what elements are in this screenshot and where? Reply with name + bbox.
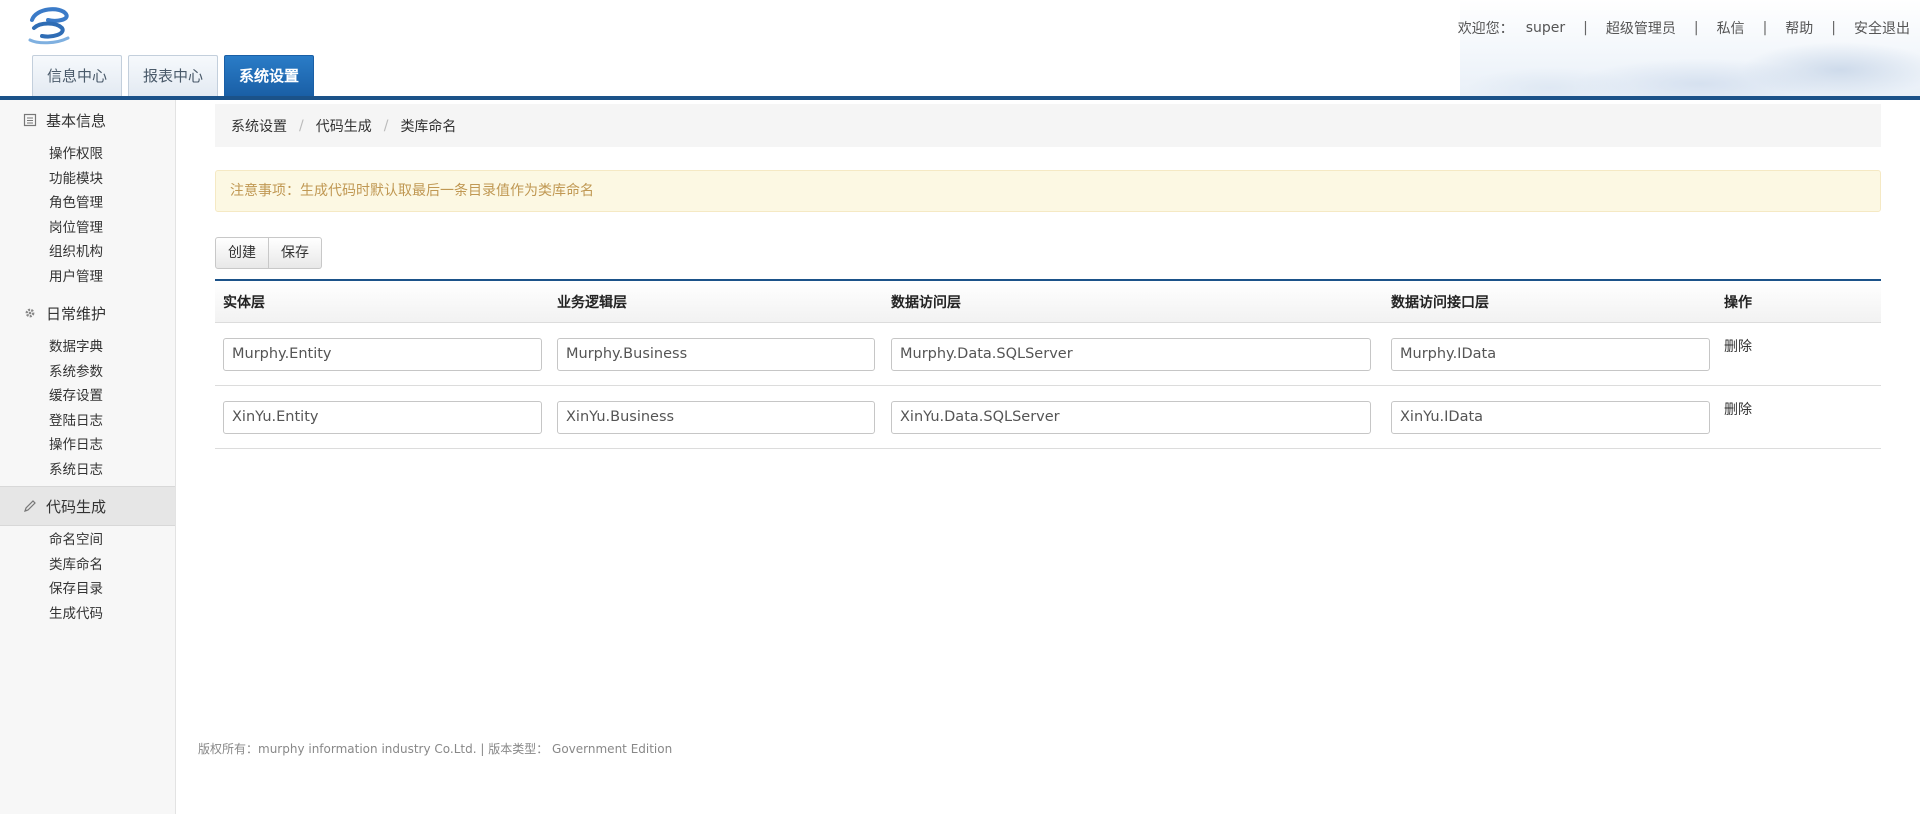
footer-copyright: 版权所有：murphy information industry Co.Ltd.… (198, 742, 673, 756)
sidebar-group-label: 代码生成 (46, 497, 107, 516)
sidebar: 基本信息 操作权限 功能模块 角色管理 岗位管理 组织机构 用户管理 日常维护 … (0, 100, 176, 814)
table-cell: Murphy.IData (1391, 323, 1724, 385)
sidebar-item-parameters[interactable]: 系统参数 (0, 360, 175, 385)
role-link[interactable]: 超级管理员 (1606, 18, 1676, 38)
welcome-label: 欢迎您： (1457, 21, 1514, 37)
logo (26, 6, 72, 46)
sidebar-group-label: 基本信息 (46, 111, 107, 130)
create-button[interactable]: 创建 (215, 237, 269, 269)
main-content: 系统设置 / 代码生成 / 类库命名 注意事项：生成代码时默认取最后一条目录值作… (215, 100, 1881, 814)
save-button[interactable]: 保存 (269, 237, 322, 269)
tab-report-center[interactable]: 报表中心 (128, 55, 219, 96)
toolbar: 创建 保存 (215, 237, 322, 269)
messages-link[interactable]: 私信 (1717, 18, 1745, 38)
sidebar-item-permissions[interactable]: 操作权限 (0, 142, 175, 167)
sidebar-item-positions[interactable]: 岗位管理 (0, 216, 175, 241)
data-access-layer-input[interactable]: Murphy.Data.SQLServer (891, 337, 1371, 371)
entity-layer-input[interactable]: XinYu.Entity (223, 400, 542, 434)
notice-alert: 注意事项：生成代码时默认取最后一条目录值作为类库命名 (215, 170, 1881, 212)
data-interface-layer-input[interactable]: XinYu.IData (1391, 400, 1710, 434)
sidebar-group-items: 数据字典 系统参数 缓存设置 登陆日志 操作日志 系统日志 (0, 333, 175, 486)
table-cell: XinYu.IData (1391, 386, 1724, 448)
table-cell: 删除 (1724, 386, 1881, 448)
data-interface-layer-input[interactable]: Murphy.IData (1391, 337, 1710, 371)
sidebar-group-daily-maintenance[interactable]: 日常维护 (0, 293, 175, 333)
sidebar-item-modules[interactable]: 功能模块 (0, 167, 175, 192)
sidebar-item-generate-code[interactable]: 生成代码 (0, 602, 175, 627)
separator: | (1762, 20, 1768, 36)
sidebar-item-organization[interactable]: 组织机构 (0, 240, 175, 265)
username: super (1525, 20, 1566, 36)
column-header-action: 操作 (1724, 294, 1752, 311)
sidebar-item-system-log[interactable]: 系统日志 (0, 458, 175, 483)
business-layer-input[interactable]: Murphy.Business (557, 337, 875, 371)
sidebar-group-items: 命名空间 类库命名 保存目录 生成代码 (0, 526, 175, 630)
breadcrumb: 系统设置 / 代码生成 / 类库命名 (215, 104, 1881, 147)
sidebar-item-login-log[interactable]: 登陆日志 (0, 409, 175, 434)
table-cell: XinYu.Data.SQLServer (891, 386, 1391, 448)
sidebar-item-dictionary[interactable]: 数据字典 (0, 335, 175, 360)
table-header: 实体层 业务逻辑层 数据访问层 数据访问接口层 操作 (215, 281, 1881, 323)
main-nav-tabs: 信息中心 报表中心 系统设置 (32, 55, 320, 96)
breadcrumb-separator: / (299, 117, 304, 134)
sidebar-item-operation-log[interactable]: 操作日志 (0, 433, 175, 458)
sidebar-group-items: 操作权限 功能模块 角色管理 岗位管理 组织机构 用户管理 (0, 140, 175, 293)
sidebar-item-save-directory[interactable]: 保存目录 (0, 577, 175, 602)
data-access-layer-input[interactable]: XinYu.Data.SQLServer (891, 400, 1371, 434)
help-link[interactable]: 帮助 (1785, 18, 1813, 38)
breadcrumb-separator: / (383, 117, 389, 134)
header: 欢迎您： super | 超级管理员 | 私信 | 帮助 | 安全退出 信息中心… (0, 0, 1920, 96)
header-background (1460, 0, 1920, 96)
gear-icon (22, 305, 38, 321)
table-row: XinYu.Entity XinYu.Business XinYu.Data.S… (215, 386, 1881, 449)
column-header-data-interface: 数据访问接口层 (1391, 294, 1489, 311)
table-cell: Murphy.Business (557, 323, 891, 385)
table-cell: 删除 (1724, 323, 1881, 385)
pencil-icon (22, 498, 38, 514)
top-links: 欢迎您： super | 超级管理员 | 私信 | 帮助 | 安全退出 (1458, 18, 1910, 38)
separator: | (1693, 20, 1699, 36)
sidebar-group-basic-info[interactable]: 基本信息 (0, 100, 175, 140)
tab-info-center[interactable]: 信息中心 (32, 55, 123, 96)
separator: | (1831, 20, 1836, 36)
column-header-business: 业务逻辑层 (557, 294, 627, 311)
breadcrumb-current: 类库命名 (400, 118, 457, 135)
tab-system-settings[interactable]: 系统设置 (224, 55, 315, 96)
sidebar-group-label: 日常维护 (46, 304, 107, 323)
table-cell: XinYu.Entity (215, 386, 557, 448)
separator: | (1583, 20, 1588, 36)
entity-layer-input[interactable]: Murphy.Entity (223, 337, 542, 371)
delete-link[interactable]: 删除 (1724, 399, 1752, 419)
sidebar-item-library-naming[interactable]: 类库命名 (0, 553, 175, 578)
breadcrumb-item[interactable]: 代码生成 (316, 116, 372, 136)
sidebar-item-roles[interactable]: 角色管理 (0, 191, 175, 216)
library-naming-table: 实体层 业务逻辑层 数据访问层 数据访问接口层 操作 Murphy.Entity… (215, 279, 1881, 449)
table-cell: Murphy.Entity (215, 323, 557, 385)
sidebar-group-code-generation[interactable]: 代码生成 (0, 486, 175, 526)
delete-link[interactable]: 删除 (1724, 336, 1752, 356)
sidebar-item-cache[interactable]: 缓存设置 (0, 384, 175, 409)
breadcrumb-item[interactable]: 系统设置 (231, 116, 287, 136)
table-row: Murphy.Entity Murphy.Business Murphy.Dat… (215, 323, 1881, 386)
sidebar-item-users[interactable]: 用户管理 (0, 265, 175, 290)
list-icon (22, 112, 38, 128)
table-cell: Murphy.Data.SQLServer (891, 323, 1391, 385)
sidebar-item-namespace[interactable]: 命名空间 (0, 528, 175, 553)
column-header-data-access: 数据访问层 (891, 294, 961, 311)
table-cell: XinYu.Business (557, 386, 891, 448)
business-layer-input[interactable]: XinYu.Business (557, 400, 875, 434)
logout-link[interactable]: 安全退出 (1854, 18, 1910, 38)
column-header-entity: 实体层 (223, 294, 265, 311)
